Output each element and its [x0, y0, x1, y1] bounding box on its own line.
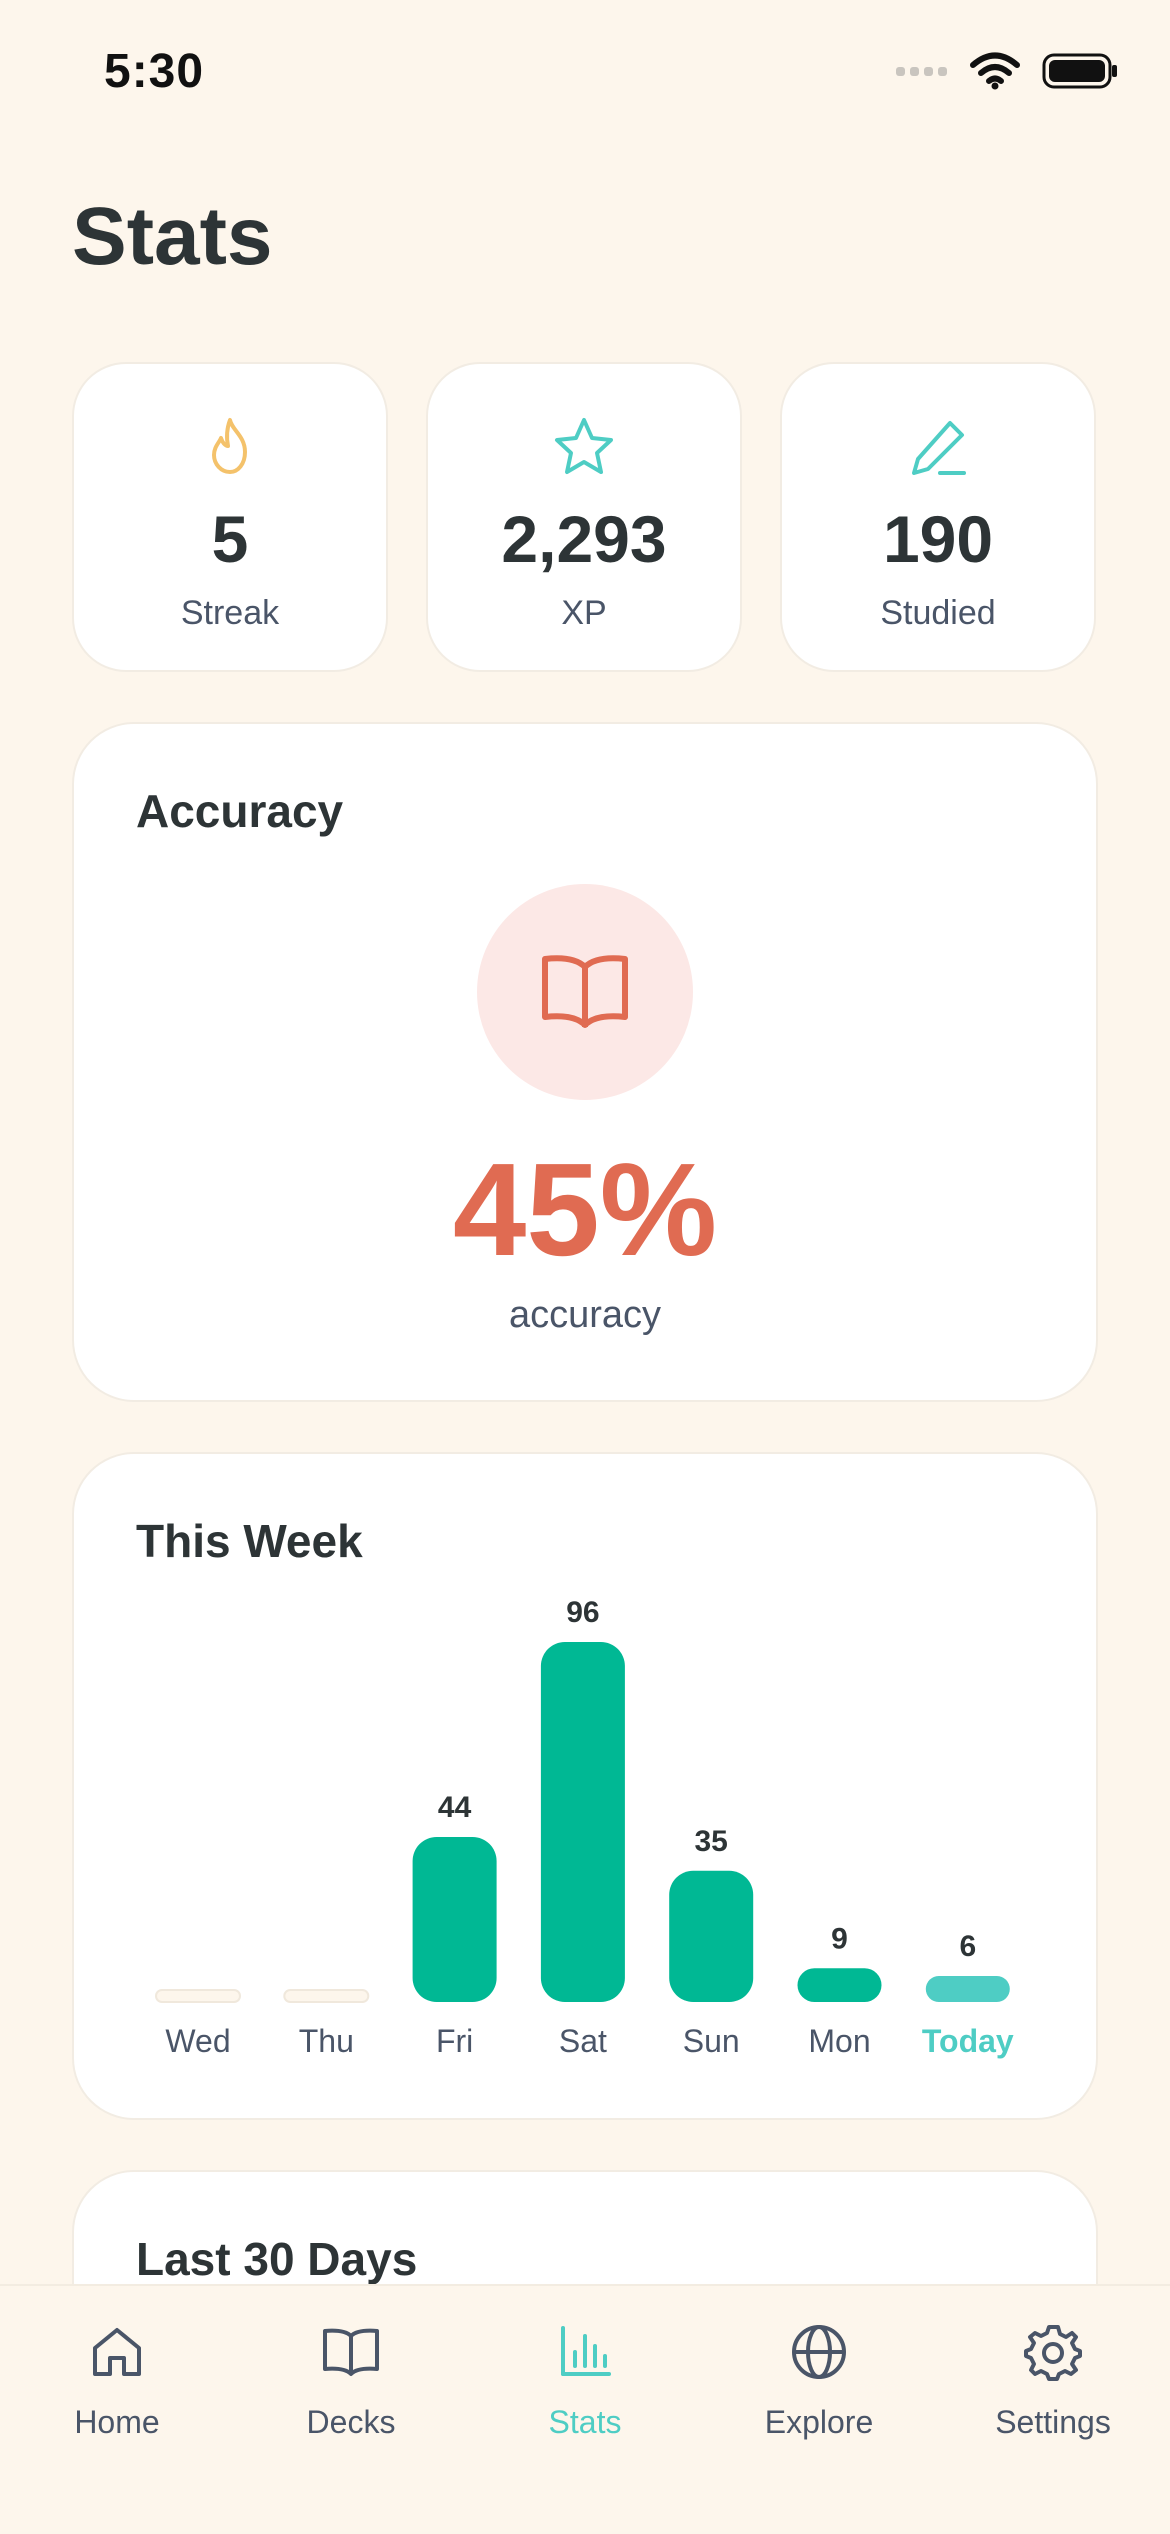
- bar-today: [925, 1976, 1010, 2002]
- bar-sat: [540, 1642, 625, 2002]
- book-icon: [321, 2320, 381, 2384]
- tab-bar: Home Decks Stats Explore Settings: [0, 2284, 1170, 2534]
- accuracy-title: Accuracy: [136, 785, 344, 837]
- xp-card: 2,293 XP: [428, 364, 740, 670]
- bar-fri: [412, 1837, 497, 2002]
- bar-value-sat: 96: [566, 1596, 599, 1629]
- streak-value: 5: [211, 502, 249, 576]
- accuracy-icon-circle: [477, 884, 693, 1100]
- page-title: Stats: [72, 191, 273, 282]
- day-label-sat: Sat: [559, 2023, 607, 2059]
- tab-explore-label: Explore: [764, 2404, 874, 2440]
- status-bar: 5:30: [0, 0, 1170, 150]
- status-icons: [896, 52, 1118, 90]
- week-bar-chart: Wed Thu 44 Fri 96 Sat 35 Sun 9 Mon 6 Today: [155, 1596, 1014, 2059]
- accuracy-label: accuracy: [508, 1294, 662, 1336]
- day-label-sun: Sun: [683, 2023, 740, 2059]
- tab-stats-label: Stats: [548, 2404, 622, 2440]
- day-label-fri: Fri: [436, 2023, 473, 2059]
- tab-home-label: Home: [74, 2404, 160, 2440]
- pencil-icon: [906, 414, 970, 480]
- accuracy-card: Accuracy 45% accuracy: [74, 724, 1096, 1400]
- tab-decks-label: Decks: [306, 2404, 396, 2440]
- tab-settings[interactable]: Settings: [936, 2286, 1170, 2446]
- bar-value-mon: 9: [831, 1922, 848, 1955]
- bar-value-fri: 44: [438, 1791, 472, 1824]
- xp-label: XP: [561, 594, 607, 632]
- status-time: 5:30: [104, 45, 205, 98]
- tab-home[interactable]: Home: [0, 2286, 234, 2446]
- flame-icon: [205, 414, 255, 480]
- tab-settings-label: Settings: [995, 2404, 1111, 2440]
- tab-decks[interactable]: Decks: [234, 2286, 468, 2446]
- cellular-signal-icon: [896, 67, 947, 76]
- studied-value: 190: [882, 502, 994, 576]
- bar-thu: [283, 1989, 370, 2003]
- day-label-thu: Thu: [299, 2023, 354, 2059]
- star-icon: [552, 414, 616, 480]
- day-label-today: Today: [922, 2023, 1014, 2059]
- battery-icon: [1042, 53, 1117, 89]
- day-label-mon: Mon: [808, 2023, 870, 2059]
- streak-card: 5 Streak: [74, 364, 386, 670]
- bar-value-today: 6: [959, 1930, 976, 1963]
- accuracy-value: 45%: [452, 1136, 718, 1283]
- gear-icon: [1024, 2320, 1082, 2384]
- bar-wed: [155, 1989, 241, 2003]
- last30-title: Last 30 Days: [136, 2233, 418, 2285]
- home-icon: [89, 2320, 145, 2384]
- week-card: This Week Wed Thu 44 Fri 96 Sat 35 Sun 9 Mon 6 Toda…: [74, 1454, 1096, 2118]
- studied-card: 190 Studied: [782, 364, 1094, 670]
- book-icon: [542, 955, 628, 1028]
- xp-value: 2,293: [501, 502, 667, 576]
- bar-value-sun: 35: [695, 1825, 728, 1858]
- studied-label: Studied: [880, 594, 996, 632]
- globe-icon: [790, 2320, 848, 2384]
- bar-sun: [669, 1870, 754, 2002]
- wifi-icon: [970, 52, 1020, 90]
- bar-mon: [797, 1968, 882, 2002]
- day-label-wed: Wed: [165, 2023, 230, 2059]
- tab-explore[interactable]: Explore: [702, 2286, 936, 2446]
- streak-label: Streak: [180, 594, 280, 632]
- bar-chart-icon: [557, 2320, 613, 2384]
- tab-stats[interactable]: Stats: [468, 2286, 702, 2446]
